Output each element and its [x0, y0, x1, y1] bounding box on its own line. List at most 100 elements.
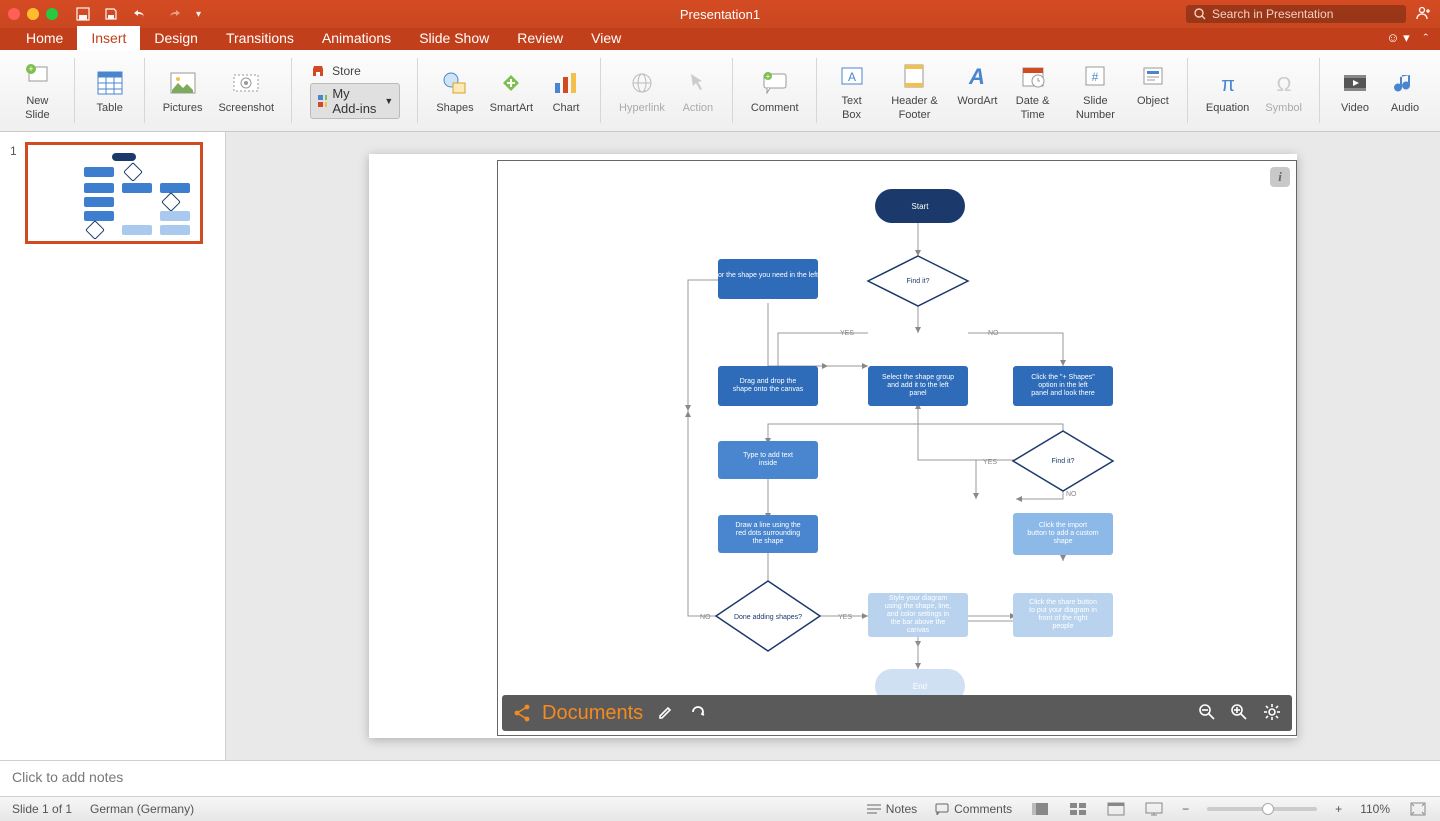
svg-text:Drag and drop theshape onto th: Drag and drop theshape onto the canvas [733, 378, 804, 393]
redo-icon[interactable] [164, 7, 182, 21]
svg-text:NO: NO [988, 330, 999, 337]
qat-chevron-icon[interactable]: ▾ [196, 9, 201, 20]
screenshot-button[interactable]: Screenshot [210, 64, 282, 117]
flowchart-svg: YES NO YES NO NO YES Start Look for the … [498, 161, 1296, 695]
table-button[interactable]: Table [85, 64, 135, 117]
textbox-button[interactable]: AText Box [827, 57, 877, 123]
tab-home[interactable]: Home [12, 26, 77, 50]
tab-insert[interactable]: Insert [77, 26, 140, 50]
svg-text:Click the "+ Shapes"option in: Click the "+ Shapes"option in the leftpa… [1031, 374, 1095, 397]
refresh-icon[interactable] [689, 703, 707, 724]
notes-toggle[interactable]: Notes [867, 802, 917, 816]
slide: i [369, 154, 1297, 738]
zoom-out-icon[interactable] [1198, 703, 1216, 724]
titlebar: ▾ Presentation1 Search in Presentation [0, 0, 1440, 28]
svg-text:End: End [913, 682, 927, 691]
tab-animations[interactable]: Animations [308, 26, 405, 50]
normal-view-icon[interactable] [1030, 801, 1050, 817]
tab-view[interactable]: View [577, 26, 635, 50]
wordart-button[interactable]: AWordArt [952, 57, 1002, 123]
notes-pane[interactable]: Click to add notes [0, 760, 1440, 796]
undo-icon[interactable] [132, 7, 150, 21]
share-icon[interactable] [1416, 6, 1432, 23]
svg-text:Start: Start [912, 202, 930, 211]
svg-text:Find it?: Find it? [907, 278, 930, 285]
quick-access-toolbar: ▾ [76, 7, 201, 21]
minimize-window-button[interactable] [27, 8, 39, 20]
chart-button[interactable]: Chart [541, 64, 591, 117]
lucidchart-logo[interactable]: Documents [512, 702, 643, 725]
date-time-button[interactable]: Date & Time [1002, 57, 1063, 123]
svg-text:NO: NO [1066, 491, 1077, 498]
action-button: Action [673, 64, 723, 117]
zoom-window-button[interactable] [46, 8, 58, 20]
svg-text:π: π [1221, 74, 1235, 95]
equation-button[interactable]: πEquation [1198, 64, 1257, 117]
zoom-out-button[interactable]: − [1182, 802, 1189, 816]
smartart-button[interactable]: SmartArt [482, 64, 541, 117]
autosave-icon[interactable] [76, 7, 90, 21]
symbol-button: ΩSymbol [1257, 64, 1310, 117]
svg-text:#: # [1092, 70, 1099, 84]
lucidchart-addin-frame: i [497, 160, 1297, 736]
search-field[interactable]: Search in Presentation [1186, 5, 1406, 23]
tab-transitions[interactable]: Transitions [212, 26, 308, 50]
shapes-button[interactable]: Shapes [428, 64, 481, 117]
collapse-ribbon-icon[interactable]: ˆ [1424, 31, 1428, 46]
store-button[interactable]: Store [310, 63, 400, 79]
search-icon [1194, 8, 1206, 20]
svg-text:Look for the shape you need in: Look for the shape you need in the left … [699, 272, 838, 279]
svg-text:Ω: Ω [1276, 74, 1291, 95]
video-button[interactable]: Video [1330, 64, 1380, 117]
ribbon-tabs: Home Insert Design Transitions Animation… [0, 28, 1440, 50]
settings-gear-icon[interactable] [1262, 702, 1282, 725]
fit-to-window-icon[interactable] [1408, 801, 1428, 817]
svg-text:+: + [29, 64, 34, 74]
close-window-button[interactable] [8, 8, 20, 20]
zoom-percentage[interactable]: 110% [1360, 802, 1390, 816]
zoom-slider[interactable] [1207, 807, 1317, 811]
svg-text:+: + [765, 72, 770, 81]
header-footer-button[interactable]: Header & Footer [877, 57, 953, 123]
tab-review[interactable]: Review [503, 26, 577, 50]
svg-text:Find it?: Find it? [1052, 458, 1075, 465]
workspace: 1 [0, 132, 1440, 760]
audio-button[interactable]: Audio [1380, 64, 1430, 117]
slideshow-view-icon[interactable] [1144, 801, 1164, 817]
svg-text:YES: YES [983, 459, 997, 466]
status-language[interactable]: German (Germany) [90, 802, 194, 816]
slide-thumbnails-panel: 1 [0, 132, 226, 760]
svg-text:NO: NO [700, 614, 711, 621]
reading-view-icon[interactable] [1106, 801, 1126, 817]
hyperlink-button: Hyperlink [611, 64, 673, 117]
diagram-viewport[interactable]: YES NO YES NO NO YES Start Look for the … [498, 161, 1296, 695]
slide-sorter-view-icon[interactable] [1068, 801, 1088, 817]
svg-text:Done adding shapes?: Done adding shapes? [734, 614, 802, 621]
comment-button[interactable]: +Comment [743, 64, 807, 117]
comments-toggle[interactable]: Comments [935, 802, 1012, 816]
edit-icon[interactable] [657, 703, 675, 724]
status-slide-counter[interactable]: Slide 1 of 1 [12, 802, 72, 816]
object-button[interactable]: Object [1128, 57, 1178, 123]
ribbon: +New Slide Table Pictures Screenshot Sto… [0, 50, 1440, 132]
lucidchart-toolbar: Documents [502, 695, 1292, 731]
feedback-icon[interactable]: ☺︎ ▾ [1386, 30, 1409, 46]
thumb-number: 1 [10, 144, 17, 244]
svg-text:YES: YES [838, 614, 852, 621]
my-addins-button[interactable]: My Add-ins▼ [310, 83, 400, 119]
save-icon[interactable] [104, 7, 118, 21]
slide-thumbnail-1[interactable] [25, 142, 203, 244]
search-placeholder: Search in Presentation [1212, 7, 1333, 21]
svg-text:A: A [968, 64, 985, 88]
slide-canvas-area[interactable]: i [226, 132, 1440, 760]
tab-slideshow[interactable]: Slide Show [405, 26, 503, 50]
svg-text:YES: YES [840, 330, 854, 337]
zoom-in-icon[interactable] [1230, 703, 1248, 724]
zoom-in-button[interactable]: + [1335, 802, 1342, 816]
slide-number-button[interactable]: #Slide Number [1063, 57, 1128, 123]
svg-text:A: A [848, 70, 856, 84]
new-slide-button[interactable]: +New Slide [10, 57, 65, 123]
pictures-button[interactable]: Pictures [155, 64, 211, 117]
status-bar: Slide 1 of 1 German (Germany) Notes Comm… [0, 796, 1440, 821]
tab-design[interactable]: Design [140, 26, 212, 50]
